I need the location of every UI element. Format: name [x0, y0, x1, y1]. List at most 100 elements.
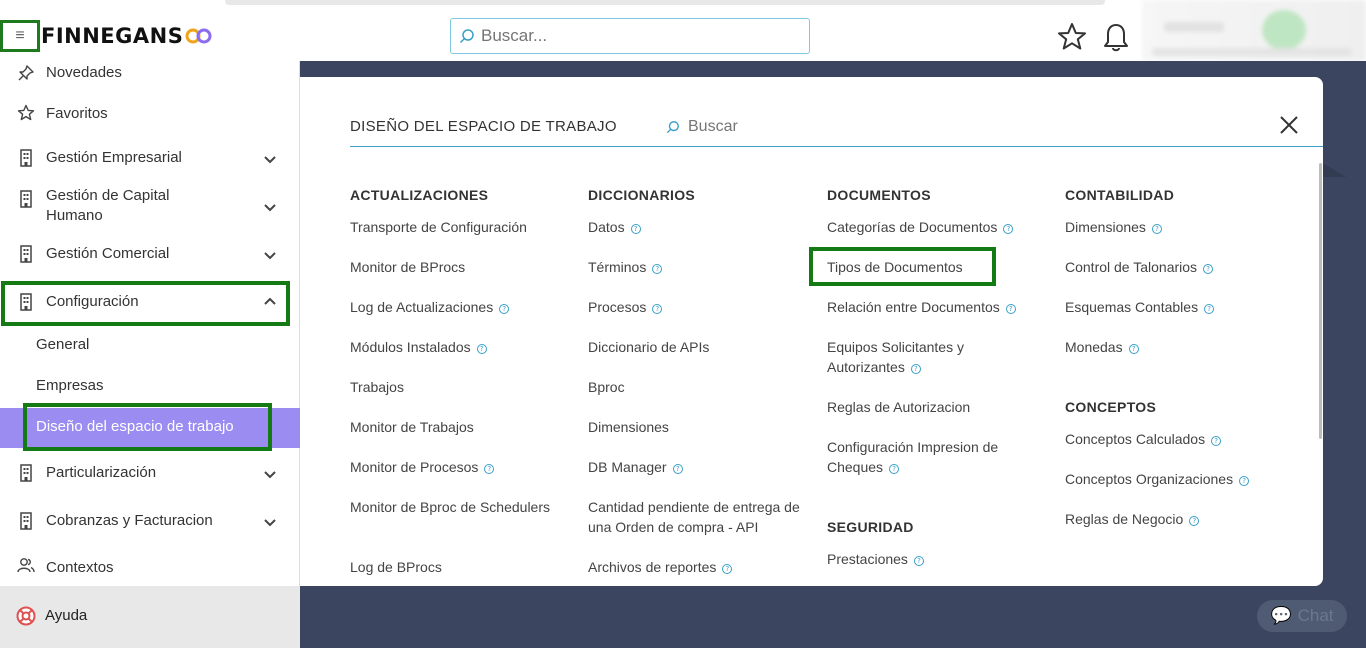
help-circle-icon[interactable]: ?	[910, 364, 921, 374]
workspace-link[interactable]: Reglas de Negocio?	[1065, 509, 1285, 529]
workspace-link[interactable]: Dimensiones?	[1065, 217, 1285, 237]
help-circle-icon[interactable]: ?	[1211, 436, 1222, 446]
workspace-link[interactable]: Monedas?	[1065, 337, 1285, 357]
workspace-link[interactable]: Conceptos Calculados?	[1065, 429, 1285, 449]
building-icon	[20, 190, 32, 208]
workspace-link[interactable]: Tipos de Documentos	[827, 257, 1037, 277]
user-profile-area[interactable]	[1142, 0, 1366, 61]
hamburger-menu-button[interactable]: ≡	[0, 20, 40, 52]
sidebar-item-label: Gestión Empresarial	[46, 149, 182, 166]
workspace-link[interactable]: Monitor de Trabajos	[350, 417, 550, 437]
sidebar-subitem-diseno-espacio-trabajo[interactable]: Diseño del espacio de trabajo	[0, 408, 300, 448]
help-circle-icon[interactable]: ?	[672, 464, 683, 474]
close-icon[interactable]	[1278, 114, 1300, 136]
help-circle-icon[interactable]: ?	[652, 304, 663, 314]
workspace-link[interactable]: Datos?	[588, 217, 803, 237]
help-circle-icon[interactable]: ?	[1005, 304, 1016, 314]
help-button[interactable]: Ayuda	[0, 586, 300, 648]
sidebar-item-gestion-empresarial[interactable]: Gestión Empresarial	[0, 147, 300, 169]
help-circle-icon[interactable]: ?	[630, 224, 641, 234]
workspace-link[interactable]: Reglas de Autorizacion	[827, 397, 1037, 417]
workspace-link[interactable]: Log de BProcs	[350, 557, 550, 577]
logo-mark-icon	[185, 28, 212, 44]
workspace-link[interactable]: DB Manager?	[588, 457, 803, 477]
help-circle-icon[interactable]: ?	[1203, 264, 1214, 274]
help-circle-icon[interactable]: ?	[1003, 224, 1014, 234]
workspace-link[interactable]: Transporte de Configuración	[350, 217, 550, 237]
sidebar-subitem-empresas[interactable]: Empresas	[0, 367, 300, 407]
chevron-down-icon	[264, 156, 276, 164]
workspace-link[interactable]: Esquemas Contables?	[1065, 297, 1285, 317]
workspace-link[interactable]: Trabajos	[350, 377, 550, 397]
workspace-link[interactable]: Términos?	[588, 257, 803, 277]
sidebar-item-particularizacion[interactable]: Particularización	[0, 462, 300, 484]
workspace-link[interactable]: Monitor de BProcs	[350, 257, 550, 277]
sidebar-subitem-general[interactable]: General	[0, 326, 300, 366]
sidebar-item-contextos[interactable]: Contextos	[0, 557, 300, 579]
chat-label: Chat	[1297, 606, 1334, 625]
top-bar: ≡ FINNEGANS	[0, 0, 1366, 61]
help-circle-icon[interactable]: ?	[1128, 344, 1139, 354]
bell-icon[interactable]	[1102, 21, 1130, 53]
global-search-input[interactable]	[481, 26, 801, 46]
browser-strip	[225, 0, 1105, 5]
help-circle-icon[interactable]: ?	[484, 464, 495, 474]
star-icon[interactable]	[1056, 21, 1088, 53]
help-circle-icon[interactable]: ?	[1189, 516, 1200, 526]
chevron-down-icon	[264, 519, 276, 527]
workspace-link[interactable]: Módulos Instalados?	[350, 337, 550, 357]
help-circle-icon[interactable]: ?	[499, 304, 510, 314]
workspace-link[interactable]: Dimensiones	[588, 417, 803, 437]
sidebar-item-label: Contextos	[46, 559, 114, 576]
star-icon	[17, 104, 35, 121]
section-heading: DICCIONARIOS	[588, 187, 696, 203]
global-search[interactable]	[450, 18, 810, 54]
workspace-link[interactable]: Conceptos Organizaciones?	[1065, 469, 1285, 489]
workspace-link[interactable]: Procesos?	[588, 297, 803, 317]
workspace-link[interactable]: Control de Talonarios?	[1065, 257, 1285, 277]
workspace-link[interactable]: Equipos Solicitantes y Autorizantes?	[827, 337, 1037, 377]
chevron-down-icon	[264, 471, 276, 479]
section-heading: SEGURIDAD	[827, 519, 914, 535]
sidebar-item-gestion-capital-humano[interactable]: Gestión de Capital Humano	[0, 186, 300, 228]
sidebar-subitem-label: General	[36, 336, 90, 353]
workspace-link[interactable]: Diccionario de APIs	[588, 337, 803, 357]
search-icon	[666, 121, 679, 134]
chevron-up-icon	[264, 297, 276, 305]
sidebar-item-novedades[interactable]: Novedades	[0, 63, 300, 83]
workspace-design-panel: DISEÑO DEL ESPACIO DE TRABAJO ACTUALIZAC…	[300, 77, 1323, 586]
workspace-link[interactable]: Configuración Impresion de Cheques?	[827, 437, 1037, 477]
workspace-link[interactable]: Prestaciones?	[827, 549, 1037, 569]
workspace-link[interactable]: Monitor de Bproc de Schedulers	[350, 497, 550, 517]
sidebar-item-label: Favoritos	[46, 105, 108, 122]
workspace-link[interactable]: Relación entre Documentos?	[827, 297, 1037, 317]
sidebar-item-configuracion[interactable]: Configuración	[0, 291, 300, 313]
workspace-link[interactable]: Categorías de Documentos?	[827, 217, 1037, 237]
workspace-link[interactable]: Archivos de reportes?	[588, 557, 803, 577]
sidebar-item-favoritos[interactable]: Favoritos	[0, 104, 300, 124]
help-circle-icon[interactable]: ?	[1151, 224, 1162, 234]
panel-search[interactable]	[666, 115, 966, 139]
workspace-link[interactable]: Log de Actualizaciones?	[350, 297, 550, 317]
help-circle-icon[interactable]: ?	[889, 464, 900, 474]
help-circle-icon[interactable]: ?	[1239, 476, 1250, 486]
sidebar-item-label: Configuración	[46, 293, 139, 310]
sidebar-item-label: Novedades	[46, 64, 122, 81]
chat-button[interactable]: 💬 Chat	[1257, 600, 1347, 632]
workspace-link[interactable]: Monitor de Procesos?	[350, 457, 550, 477]
panel-scrollbar[interactable]	[1319, 163, 1322, 439]
sidebar-item-label: Cobranzas y Facturacion	[46, 512, 213, 529]
help-circle-icon[interactable]: ?	[913, 556, 924, 566]
panel-search-input[interactable]	[688, 118, 948, 136]
help-circle-icon[interactable]: ?	[652, 264, 663, 274]
users-icon	[17, 558, 35, 573]
sidebar-item-cobranzas-facturacion[interactable]: Cobranzas y Facturacion	[0, 510, 300, 532]
help-circle-icon[interactable]: ?	[1204, 304, 1215, 314]
help-circle-icon[interactable]: ?	[722, 564, 733, 574]
workspace-link[interactable]: Bproc	[588, 377, 803, 397]
help-circle-icon[interactable]: ?	[476, 344, 487, 354]
panel-title: DISEÑO DEL ESPACIO DE TRABAJO	[350, 118, 617, 135]
workspace-link[interactable]: Cantidad pendiente de entrega de una Ord…	[588, 497, 803, 537]
sidebar-subitem-label: Diseño del espacio de trabajo	[36, 418, 234, 435]
sidebar-item-gestion-comercial[interactable]: Gestión Comercial	[0, 243, 300, 265]
